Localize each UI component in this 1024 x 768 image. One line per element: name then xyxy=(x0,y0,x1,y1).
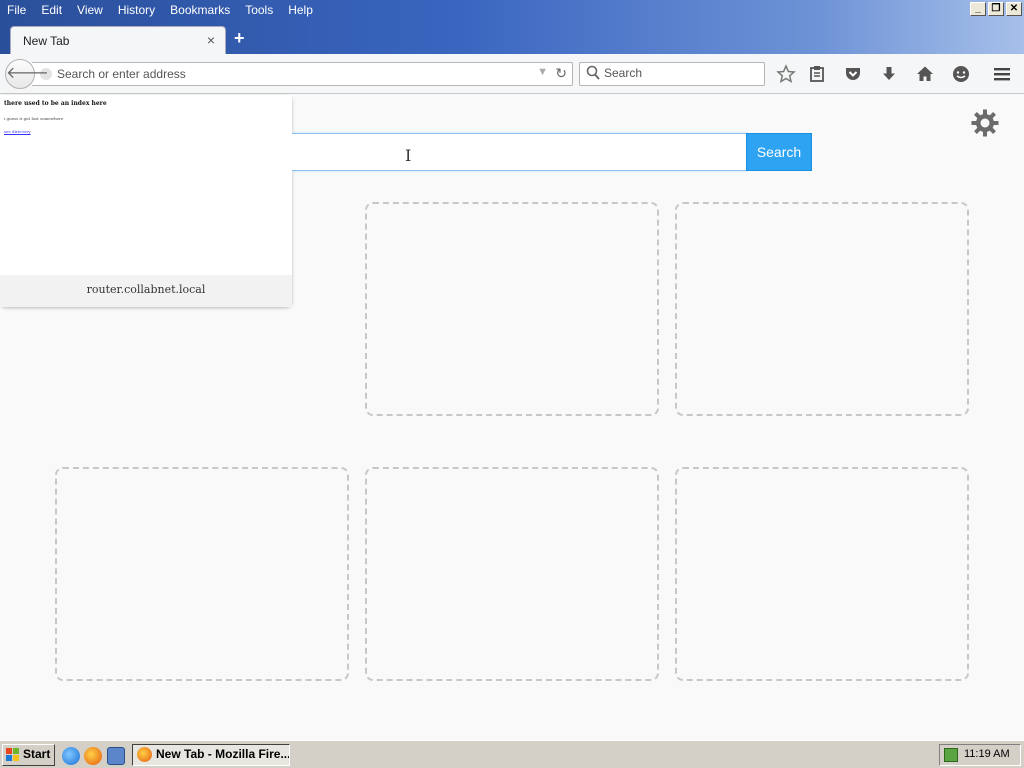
downloads-icon[interactable] xyxy=(879,64,899,84)
empty-tile-placeholder xyxy=(675,202,969,416)
system-tray: 11:19 AM xyxy=(939,744,1021,766)
menu-edit[interactable]: Edit xyxy=(34,0,70,20)
taskbar-button-firefox[interactable]: New Tab - Mozilla Fire... xyxy=(132,744,290,766)
menu-bookmarks[interactable]: Bookmarks xyxy=(163,0,238,20)
clock: 11:19 AM xyxy=(964,748,1010,760)
bookmarks-menu-icon[interactable] xyxy=(807,64,827,84)
network-icon[interactable] xyxy=(944,748,958,762)
menu-history[interactable]: History xyxy=(111,0,163,20)
search-bar[interactable] xyxy=(579,62,765,86)
window-titlebar: File Edit View History Bookmarks Tools H… xyxy=(0,0,1024,54)
back-arrow-icon: 🡐 xyxy=(6,65,49,82)
text-cursor-icon: I xyxy=(405,146,412,165)
new-tab-page: I Search there used to be an index here … xyxy=(0,95,1024,740)
restore-button[interactable]: ❐ xyxy=(988,2,1004,16)
menu-tools[interactable]: Tools xyxy=(238,0,281,20)
thumbnail-heading: there used to be an index here xyxy=(4,100,107,107)
firefox-icon xyxy=(137,747,152,762)
empty-tile-placeholder xyxy=(675,467,969,681)
window-controls: _ ❐ ✕ xyxy=(970,2,1022,16)
menu-bar: File Edit View History Bookmarks Tools H… xyxy=(0,0,321,20)
back-button[interactable]: 🡐 xyxy=(5,59,49,89)
empty-tile-placeholder xyxy=(365,467,659,681)
close-window-button[interactable]: ✕ xyxy=(1006,2,1022,16)
thumbnail-text: i guess it got lost somewhere xyxy=(4,116,64,121)
windows-logo-icon xyxy=(6,748,19,761)
navigation-toolbar: ▼ ↻ 🡐 xyxy=(0,54,1024,94)
firefox-icon[interactable] xyxy=(84,747,102,765)
menu-view[interactable]: View xyxy=(70,0,111,20)
newtab-search-input[interactable] xyxy=(255,133,747,171)
tab-new-tab[interactable]: New Tab × xyxy=(10,26,226,54)
search-icon xyxy=(586,65,600,80)
internet-explorer-icon[interactable] xyxy=(62,747,80,765)
start-label: Start xyxy=(23,747,51,761)
history-dropdown-icon[interactable]: ▼ xyxy=(537,66,548,78)
tab-title: New Tab xyxy=(23,34,70,48)
new-tab-button[interactable]: + xyxy=(234,28,245,49)
hello-chat-icon[interactable] xyxy=(951,64,971,84)
tile-title: router.collabnet.local xyxy=(0,275,292,307)
show-desktop-icon[interactable] xyxy=(107,747,125,765)
menu-hamburger-icon[interactable] xyxy=(992,64,1012,84)
minimize-button[interactable]: _ xyxy=(970,2,986,16)
tile-thumbnail: there used to be an index here i guess i… xyxy=(0,95,292,275)
menu-file[interactable]: File xyxy=(0,0,34,20)
gear-icon[interactable] xyxy=(970,108,1000,138)
start-button[interactable]: Start xyxy=(2,744,55,766)
top-site-tile[interactable]: there used to be an index here i guess i… xyxy=(0,95,292,307)
bookmark-star-icon[interactable] xyxy=(776,64,796,84)
taskbar-button-label: New Tab - Mozilla Fire... xyxy=(156,747,290,761)
reload-icon[interactable]: ↻ xyxy=(555,65,567,82)
empty-tile-placeholder xyxy=(55,467,349,681)
empty-tile-placeholder xyxy=(365,202,659,416)
newtab-search-button[interactable]: Search xyxy=(746,133,812,171)
home-icon[interactable] xyxy=(915,64,935,84)
url-bar[interactable]: ▼ ↻ xyxy=(32,62,573,86)
pocket-icon[interactable] xyxy=(843,64,863,84)
url-input[interactable] xyxy=(57,66,527,82)
menu-help[interactable]: Help xyxy=(281,0,321,20)
tab-close-icon[interactable]: × xyxy=(207,32,215,48)
taskbar: Start New Tab - Mozilla Fire... 11:19 AM xyxy=(0,740,1024,768)
tab-strip: New Tab × + xyxy=(0,24,1024,54)
search-bar-input[interactable] xyxy=(604,66,754,80)
thumbnail-link: see directory xyxy=(4,129,31,134)
